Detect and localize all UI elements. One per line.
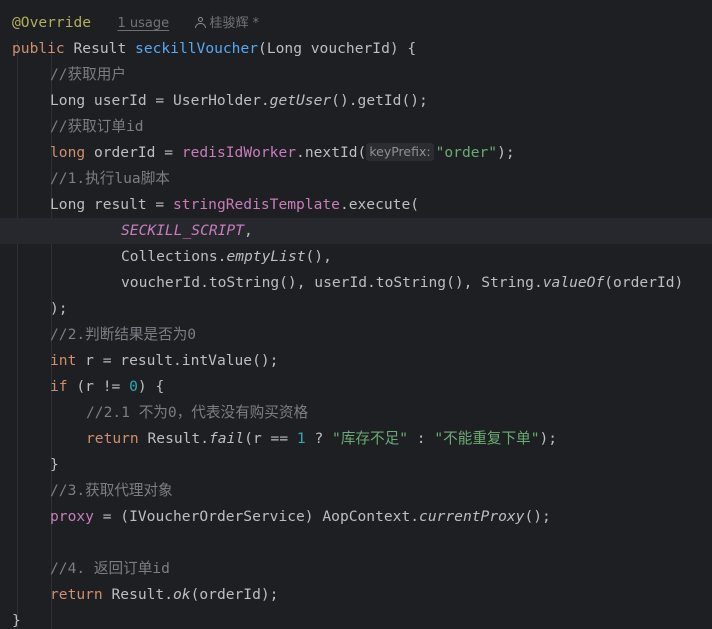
code-text: ? [305,430,333,447]
code-text: (r != [67,378,130,395]
static-method: valueOf [542,274,605,291]
code-line[interactable]: return Result.ok(orderId); [50,582,712,608]
author-hint[interactable]: 桂骏辉 * [195,16,259,31]
keyword-int: int [50,352,77,369]
code-text: (), [305,248,332,265]
number-literal: 0 [129,378,138,395]
code-line-current[interactable]: SECKILL_SCRIPT, [0,218,712,244]
code-line-comment[interactable]: //2.1 不为0，代表没有购买资格 [86,400,712,426]
code-text: ().getId(); [331,92,428,109]
code-line-comment[interactable]: //4. 返回订单id [50,556,712,582]
static-method: emptyList [226,248,306,265]
comment-text: //2.判断结果是否为0 [50,326,197,343]
keyword-long: long [50,144,86,161]
method-name: seckillVoucher [135,40,259,57]
code-line[interactable]: Long userId = UserHolder.getUser().getId… [50,88,712,114]
keyword-return: return [86,430,139,447]
code-line[interactable]: ); [50,296,712,322]
code-text: : [408,430,435,447]
code-text: Long result = [50,196,174,213]
code-text: r = result.intValue(); [76,352,279,369]
string-literal: "order" [435,144,498,161]
code-text: .execute( [339,196,420,213]
code-line-signature[interactable]: public Result seckillVoucher(Long vouche… [12,36,712,62]
code-text: (); [524,508,551,525]
static-method: currentProxy [419,508,525,525]
code-line-comment[interactable]: //1.执行lua脚本 [50,166,712,192]
code-line[interactable]: Long result = stringRedisTemplate.execut… [50,192,712,218]
keyword-return: return [50,586,103,603]
code-line-annotation[interactable]: @Override 1 usage 桂骏辉 * [12,10,712,36]
code-text: ); [50,300,68,317]
method-params: Long voucherId) { [266,40,417,57]
code-line-comment[interactable]: //获取订单id [50,114,712,140]
code-line[interactable]: proxy = (IVoucherOrderService) AopContex… [50,504,712,530]
code-editor[interactable]: @Override 1 usage 桂骏辉 * public Result se… [0,0,712,629]
code-text: voucherId.toString(), userId.toString(),… [121,274,543,291]
field-name: redisIdWorker [181,144,297,161]
comment-text: //4. 返回订单id [50,560,170,577]
field-name: proxy [50,508,94,525]
indent-guide [17,40,18,629]
number-literal: 1 [296,430,306,447]
code-text: orderId = [85,144,182,161]
code-line[interactable]: Collections.emptyList(), [121,244,712,270]
static-method: ok [173,586,191,603]
code-line[interactable]: } [50,452,712,478]
comment-text: //2.1 不为0，代表没有购买资格 [86,404,309,421]
override-annotation: @Override [12,14,92,31]
string-literal: "不能重复下单" [434,430,540,447]
code-text: .nextId( [296,144,367,161]
static-field: SECKILL_SCRIPT [121,222,245,239]
code-line-comment[interactable]: //2.判断结果是否为0 [50,322,712,348]
static-method: getUser [269,92,332,109]
usage-hint[interactable]: 1 usage [117,16,169,31]
code-text: , [244,222,253,239]
code-line[interactable]: int r = result.intValue(); [50,348,712,374]
code-text: (r == [244,430,297,447]
code-text: ); [539,430,558,447]
code-line[interactable]: if (r != 0) { [50,374,712,400]
code-text: Result. [138,430,210,447]
code-line[interactable]: long orderId = redisIdWorker.nextId(keyP… [50,140,712,166]
static-method: fail [209,430,245,447]
author-name: 桂骏辉 * [209,16,260,31]
comment-text: //获取订单id [50,118,144,135]
comment-text: //获取用户 [50,66,126,83]
user-icon [195,17,207,28]
keyword-if: if [50,378,68,395]
code-text: Collections. [121,248,227,265]
code-line[interactable]: } [12,608,712,629]
keyword-public: public [12,40,65,57]
field-name: stringRedisTemplate [173,196,340,213]
code-text: (orderId); [190,586,279,603]
code-line[interactable]: return Result.fail(r == 1 ? "库存不足" : "不能… [86,426,712,452]
code-text: Long userId = UserHolder. [50,92,270,109]
comment-text: //1.执行lua脚本 [50,170,170,187]
code-line-comment[interactable]: //获取用户 [50,62,712,88]
code-line-comment[interactable]: //3.获取代理对象 [50,478,712,504]
code-text: Result. [102,586,174,603]
string-literal: "库存不足" [332,430,408,447]
code-text: ) { [137,378,165,395]
parameter-hint: keyPrefix: [366,143,434,161]
code-text: = (IVoucherOrderService) AopContext. [93,508,420,525]
return-type: Result [73,40,127,57]
paren-open: ( [258,40,267,57]
code-text: } [12,612,21,629]
comment-text: //3.获取代理对象 [50,482,173,499]
code-text: ); [497,144,515,161]
code-line[interactable]: voucherId.toString(), userId.toString(),… [121,270,712,296]
code-text: } [50,456,59,473]
code-text: (orderId) [604,274,684,291]
